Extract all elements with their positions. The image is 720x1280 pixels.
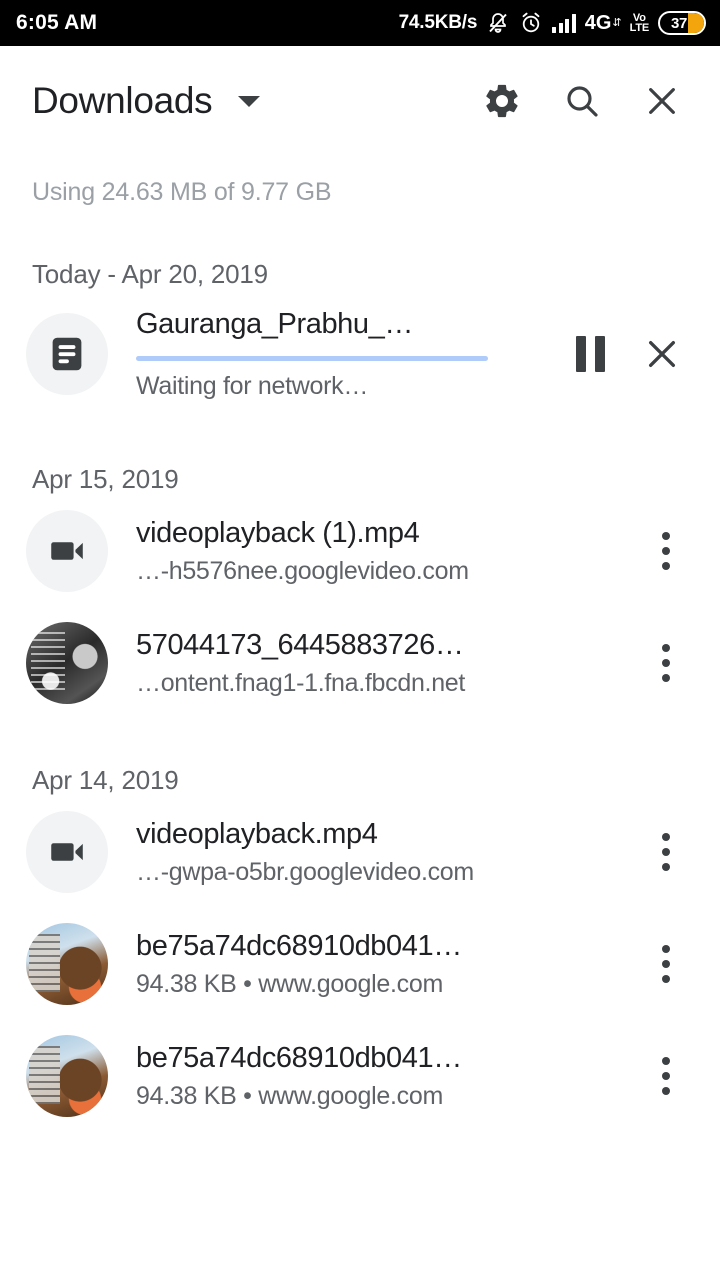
page-title: Downloads	[32, 80, 213, 121]
gear-icon[interactable]	[466, 65, 538, 137]
more-options-icon[interactable]	[634, 1040, 698, 1112]
list-item-subtitle: …-h5576nee.googlevideo.com	[136, 556, 469, 585]
alarm-clock-icon	[519, 11, 543, 35]
list-item[interactable]: videoplayback (1).mp4 …-h5576nee.googlev…	[0, 495, 720, 607]
toolbar-actions	[466, 65, 698, 137]
list-item-title: videoplayback (1).mp4	[136, 516, 420, 549]
photo-thumbnail-icon	[26, 622, 108, 704]
volte-icon: Vo LTE	[629, 13, 650, 34]
video-camera-icon	[26, 510, 108, 592]
active-download-text: Gauranga_Prabhu_… Waiting for network…	[108, 307, 554, 402]
list-item-actions	[634, 515, 698, 587]
active-download-row[interactable]: Gauranga_Prabhu_… Waiting for network…	[0, 290, 720, 418]
bell-muted-icon	[486, 11, 510, 35]
storage-usage-label: Using 24.63 MB of 9.77 GB	[32, 178, 332, 206]
list-item-actions	[634, 816, 698, 888]
more-options-icon[interactable]	[634, 627, 698, 699]
list-item-text: be75a74dc68910db041… 94.38 KB • www.goog…	[108, 929, 634, 1000]
document-icon	[26, 313, 108, 395]
section-header-today: Today - Apr 20, 2019	[32, 259, 268, 289]
status-bar-clock: 6:05 AM	[16, 11, 98, 34]
close-icon[interactable]	[626, 65, 698, 137]
photo-thumbnail-icon	[26, 1035, 108, 1117]
list-item[interactable]: be75a74dc68910db041… 94.38 KB • www.goog…	[0, 1020, 720, 1132]
thumbnail-image	[26, 1035, 108, 1117]
list-item-title: videoplayback.mp4	[136, 817, 378, 850]
list-item-title: 57044173_6445883726…	[136, 628, 464, 661]
data-arrows-icon: ⇵	[612, 16, 621, 29]
more-options-icon[interactable]	[634, 816, 698, 888]
list-item-subtitle: 94.38 KB • www.google.com	[136, 1081, 443, 1110]
search-icon[interactable]	[546, 65, 618, 137]
pause-icon[interactable]	[554, 318, 626, 390]
active-download-status: Waiting for network…	[136, 371, 369, 400]
more-options-icon[interactable]	[634, 928, 698, 1000]
active-download-actions	[554, 318, 698, 390]
list-item-text: 57044173_6445883726… …ontent.fnag1-1.fna…	[108, 628, 634, 699]
thumbnail-image	[26, 923, 108, 1005]
download-list-apr15: videoplayback (1).mp4 …-h5576nee.googlev…	[0, 495, 720, 719]
app-toolbar: Downloads	[0, 46, 720, 156]
list-item-actions	[634, 1040, 698, 1112]
list-item-subtitle: 94.38 KB • www.google.com	[136, 969, 443, 998]
section-header-apr14: Apr 14, 2019	[32, 765, 179, 795]
status-bar: 6:05 AM 74.5KB/s 4G ⇵ Vo LTE 37	[0, 0, 720, 46]
list-item-subtitle: …-gwpa-o5br.googlevideo.com	[136, 857, 474, 886]
download-list-today: Gauranga_Prabhu_… Waiting for network…	[0, 290, 720, 418]
signal-bars-icon	[552, 13, 576, 33]
list-item-subtitle: …ontent.fnag1-1.fna.fbcdn.net	[136, 668, 466, 697]
thumbnail-image	[26, 622, 108, 704]
chevron-down-icon[interactable]	[238, 95, 261, 107]
list-item-text: videoplayback.mp4 …-gwpa-o5br.googlevide…	[108, 817, 634, 888]
list-item-actions	[634, 627, 698, 699]
network-speed-label: 74.5KB/s	[398, 12, 478, 33]
download-progress-bar	[136, 355, 488, 361]
status-bar-icons: 74.5KB/s 4G ⇵ Vo LTE 37	[399, 11, 706, 35]
list-item-text: be75a74dc68910db041… 94.38 KB • www.goog…	[108, 1041, 634, 1112]
download-list-apr14: videoplayback.mp4 …-gwpa-o5br.googlevide…	[0, 796, 720, 1132]
network-type-label: 4G	[584, 11, 612, 34]
more-options-icon[interactable]	[634, 515, 698, 587]
battery-icon: 37	[658, 11, 706, 35]
list-item-actions	[634, 928, 698, 1000]
cancel-download-icon[interactable]	[626, 318, 698, 390]
network-type-indicator: 4G ⇵	[584, 11, 622, 35]
active-download-title: Gauranga_Prabhu_…	[136, 307, 413, 340]
volte-line-2: LTE	[629, 22, 650, 34]
list-item[interactable]: videoplayback.mp4 …-gwpa-o5br.googlevide…	[0, 796, 720, 908]
battery-percent-label: 37	[670, 14, 688, 32]
list-item-title: be75a74dc68910db041…	[136, 929, 462, 962]
photo-thumbnail-icon	[26, 923, 108, 1005]
list-item-title: be75a74dc68910db041…	[136, 1041, 462, 1074]
list-item-text: videoplayback (1).mp4 …-h5576nee.googlev…	[108, 516, 634, 587]
list-item[interactable]: be75a74dc68910db041… 94.38 KB • www.goog…	[0, 908, 720, 1020]
section-header-apr15: Apr 15, 2019	[32, 464, 179, 494]
video-camera-icon	[26, 811, 108, 893]
list-item[interactable]: 57044173_6445883726… …ontent.fnag1-1.fna…	[0, 607, 720, 719]
